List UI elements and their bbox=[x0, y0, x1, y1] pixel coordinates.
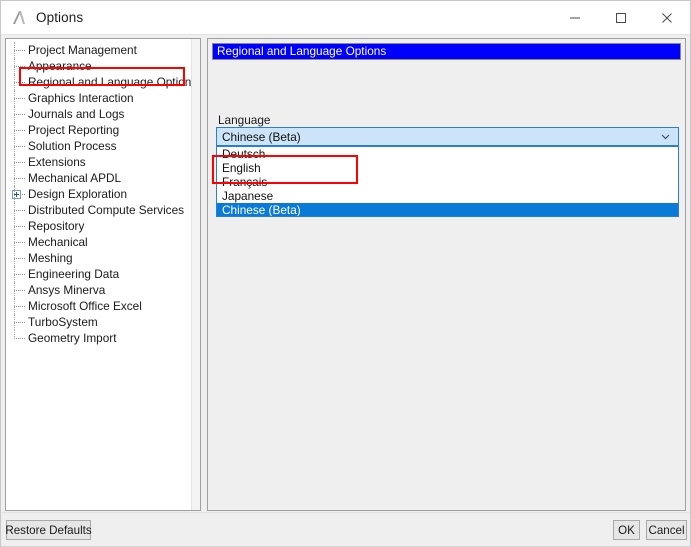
sidebar-item-project-management[interactable]: Project Management bbox=[6, 42, 191, 58]
language-dropdown-list[interactable]: Deutsch English Français Japanese Chinese (B… bbox=[216, 146, 679, 217]
sidebar-item-label: Mechanical APDL bbox=[28, 171, 122, 185]
ansys-logo-icon bbox=[11, 10, 27, 26]
language-combobox[interactable]: Chinese (Beta) bbox=[216, 127, 679, 146]
sidebar-item-label: Journals and Logs bbox=[28, 107, 125, 121]
restore-defaults-button[interactable]: Restore Defaults bbox=[5, 520, 92, 540]
sidebar-item-project-reporting[interactable]: Project Reporting bbox=[6, 122, 191, 138]
sidebar-item-graphics-interaction[interactable]: Graphics Interaction bbox=[6, 90, 191, 106]
tree-expand-icon[interactable] bbox=[12, 186, 27, 202]
chevron-down-icon[interactable] bbox=[659, 131, 671, 143]
sidebar-item-engineering-data[interactable]: Engineering Data bbox=[6, 266, 191, 282]
sidebar-item-label: Graphics Interaction bbox=[28, 91, 134, 105]
tree-branch-icon bbox=[12, 314, 27, 330]
sidebar-item-label: Solution Process bbox=[28, 139, 117, 153]
tree-branch-icon bbox=[12, 106, 27, 122]
title-bar: Options bbox=[1, 1, 690, 34]
tree-branch-icon bbox=[12, 138, 27, 154]
sidebar-item-geometry-import[interactable]: Geometry Import bbox=[6, 330, 191, 346]
settings-category-tree: Project Management Appearance Regional and… bbox=[5, 38, 201, 511]
section-header-regional-language: Regional and Language Options bbox=[212, 43, 681, 60]
sidebar-item-journals-and-logs[interactable]: Journals and Logs bbox=[6, 106, 191, 122]
sidebar-item-regional-and-language-options[interactable]: Regional and Language Options bbox=[6, 74, 191, 90]
tree-branch-icon bbox=[12, 122, 27, 138]
sidebar-item-label: Design Exploration bbox=[28, 187, 128, 201]
sidebar-item-mechanical-apdl[interactable]: Mechanical APDL bbox=[6, 170, 191, 186]
sidebar-item-label: Microsoft Office Excel bbox=[28, 299, 142, 313]
tree-branch-icon bbox=[12, 74, 27, 90]
sidebar-item-label: Repository bbox=[28, 219, 85, 233]
tree-scroll-region: Project Management Appearance Regional and… bbox=[6, 39, 191, 510]
options-dialog: Options Project Management Appearance Re… bbox=[0, 0, 691, 547]
sidebar-item-design-exploration[interactable]: Design Exploration bbox=[6, 186, 191, 202]
tree-branch-icon bbox=[12, 154, 27, 170]
tree-branch-icon bbox=[12, 298, 27, 314]
options-detail-panel: Regional and Language Options Language C… bbox=[207, 38, 686, 511]
sidebar-item-ansys-minerva[interactable]: Ansys Minerva bbox=[6, 282, 191, 298]
tree-branch-icon bbox=[12, 58, 27, 74]
tree-branch-icon bbox=[12, 202, 27, 218]
window-controls bbox=[552, 1, 690, 34]
dialog-content: Project Management Appearance Regional and… bbox=[1, 35, 690, 512]
sidebar-item-turbosystem[interactable]: TurboSystem bbox=[6, 314, 191, 330]
ok-button[interactable]: OK bbox=[613, 520, 640, 540]
dropdown-option[interactable]: Chinese (Beta) bbox=[217, 203, 678, 216]
sidebar-item-label: Project Reporting bbox=[28, 123, 120, 137]
sidebar-item-mechanical[interactable]: Mechanical bbox=[6, 234, 191, 250]
sidebar-item-appearance[interactable]: Appearance bbox=[6, 58, 191, 74]
sidebar-item-meshing[interactable]: Meshing bbox=[6, 250, 191, 266]
dropdown-option[interactable]: English bbox=[217, 161, 678, 175]
tree-branch-icon bbox=[12, 42, 27, 58]
tree-branch-icon bbox=[12, 330, 27, 346]
cancel-button[interactable]: Cancel bbox=[646, 520, 687, 540]
window-title: Options bbox=[36, 10, 84, 25]
tree-list: Project Management Appearance Regional and… bbox=[6, 39, 191, 346]
minimize-icon[interactable] bbox=[552, 1, 598, 34]
sidebar-item-distributed-compute-services[interactable]: Distributed Compute Services bbox=[6, 202, 191, 218]
sidebar-item-label: Project Management bbox=[28, 43, 137, 57]
dropdown-option[interactable]: Japanese bbox=[217, 189, 678, 203]
tree-vertical-scrollbar[interactable] bbox=[191, 39, 200, 510]
tree-branch-icon bbox=[12, 170, 27, 186]
language-field-label: Language bbox=[218, 113, 271, 127]
sidebar-item-label: Extensions bbox=[28, 155, 86, 169]
language-combobox-value: Chinese (Beta) bbox=[222, 129, 301, 144]
close-icon[interactable] bbox=[644, 1, 690, 34]
tree-branch-icon bbox=[12, 234, 27, 250]
plus-icon[interactable] bbox=[12, 190, 21, 199]
sidebar-item-label: Meshing bbox=[28, 251, 73, 265]
sidebar-item-label: Mechanical bbox=[28, 235, 88, 249]
sidebar-item-solution-process[interactable]: Solution Process bbox=[6, 138, 191, 154]
tree-branch-icon bbox=[12, 266, 27, 282]
tree-branch-icon bbox=[12, 90, 27, 106]
tree-branch-icon bbox=[12, 250, 27, 266]
sidebar-item-label: Geometry Import bbox=[28, 331, 117, 345]
dropdown-option[interactable]: Français bbox=[217, 175, 678, 189]
sidebar-item-repository[interactable]: Repository bbox=[6, 218, 191, 234]
tree-branch-icon bbox=[12, 218, 27, 234]
dialog-footer: Restore Defaults OK Cancel bbox=[1, 512, 690, 547]
sidebar-item-label: TurboSystem bbox=[28, 315, 98, 329]
maximize-icon[interactable] bbox=[598, 1, 644, 34]
sidebar-item-label: Distributed Compute Services bbox=[28, 203, 185, 217]
sidebar-item-extensions[interactable]: Extensions bbox=[6, 154, 191, 170]
sidebar-item-label: Engineering Data bbox=[28, 267, 120, 281]
sidebar-item-label: Appearance bbox=[28, 59, 92, 73]
sidebar-item-label: Regional and Language Options bbox=[28, 75, 191, 89]
sidebar-item-label: Ansys Minerva bbox=[28, 283, 106, 297]
dropdown-option[interactable]: Deutsch bbox=[217, 147, 678, 161]
sidebar-item-microsoft-office-excel[interactable]: Microsoft Office Excel bbox=[6, 298, 191, 314]
tree-branch-icon bbox=[12, 282, 27, 298]
